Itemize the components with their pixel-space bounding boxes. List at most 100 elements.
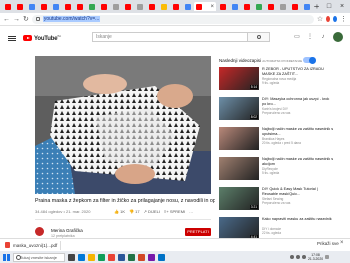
minimize-button[interactable]: –	[310, 0, 322, 13]
tab-1[interactable]	[2, 2, 13, 11]
up-next-item[interactable]: Najbolji način maske za zaštitu nasednik…	[219, 127, 334, 157]
tab-13[interactable]	[146, 2, 157, 11]
tab-active[interactable]: ×	[194, 2, 216, 11]
tab-21[interactable]	[253, 2, 264, 11]
network-icon[interactable]	[290, 255, 294, 259]
account-avatar[interactable]	[333, 32, 343, 42]
notification-center-icon[interactable]	[325, 255, 330, 259]
tab-9[interactable]	[98, 2, 109, 11]
tab-5[interactable]	[50, 2, 61, 11]
search-input[interactable]: Iskanje	[92, 32, 248, 42]
video-thumbnail[interactable]: 3:21	[219, 187, 259, 210]
save-button[interactable]: ≡+ SPREMI	[164, 209, 185, 214]
tab-close-icon[interactable]: ×	[210, 4, 214, 10]
download-bar: maska_uvozni(1)...pdf	[0, 238, 350, 251]
video-thumbnail[interactable]	[219, 157, 259, 180]
extension-icon[interactable]	[326, 16, 331, 22]
up-next-item[interactable]: 3:21 DIY Quick & Easy Mask Tutorial | Reu…	[219, 187, 331, 217]
tab-22[interactable]	[265, 2, 276, 11]
forward-arrow-icon[interactable]: →	[13, 16, 20, 23]
url-input[interactable]: youtube.com/watch?v=...	[31, 14, 314, 24]
close-window-button[interactable]: ×	[336, 0, 348, 13]
video-duration: 5:14	[249, 85, 258, 89]
up-next-item[interactable]: 5:14 R ZEBOR - UPUTSTVO ZA IZRADU MASKE Z…	[219, 67, 331, 97]
file-explorer-icon[interactable]	[88, 253, 95, 261]
video-thumbnail[interactable]: 8:02	[219, 97, 259, 120]
dislike-button[interactable]: 👎 17	[129, 209, 140, 214]
subscribe-button[interactable]: PRETPLATI SE	[185, 228, 211, 242]
tab-15[interactable]	[170, 2, 181, 11]
maximize-button[interactable]: □	[323, 0, 335, 13]
share-button[interactable]: ↗ DIJELI	[144, 209, 160, 214]
volume-icon[interactable]	[296, 255, 300, 259]
reload-icon[interactable]: ↻	[23, 15, 29, 23]
video-thumbnail[interactable]: 4:41	[219, 217, 259, 240]
star-icon[interactable]: ☆	[317, 15, 323, 23]
download-item[interactable]: maska_uvozni(1)...pdf	[5, 240, 61, 250]
powerpoint-icon[interactable]	[138, 253, 145, 261]
tab-6[interactable]	[62, 2, 73, 11]
windows-start-icon[interactable]	[3, 253, 10, 261]
excel-icon[interactable]	[128, 253, 135, 261]
battery-icon[interactable]	[302, 255, 306, 259]
tab-16[interactable]	[182, 2, 193, 11]
tab-18[interactable]	[217, 2, 228, 11]
task-view-icon[interactable]	[68, 253, 75, 261]
youtube-logo[interactable]: YouTubeBA	[23, 34, 61, 42]
up-next-title[interactable]: DIY: Maszyka ochronna jak uszyć - krok p…	[262, 97, 334, 106]
tab-12[interactable]	[134, 2, 145, 11]
up-next-title[interactable]: Najbolji način maske za zaštitu nasednik…	[262, 127, 334, 136]
create-video-icon[interactable]: ▭	[293, 33, 301, 41]
show-all-downloads-link[interactable]: Prikaži sve	[317, 241, 339, 246]
mail-icon[interactable]	[158, 253, 165, 261]
up-next-title[interactable]: DIY Quick & Easy Mask Tutorial | Reusabl…	[262, 187, 334, 196]
tab-4[interactable]	[38, 2, 49, 11]
chrome-icon[interactable]	[108, 253, 115, 261]
tab-20[interactable]	[241, 2, 252, 11]
notifications-bell-icon[interactable]: ♪	[319, 33, 327, 41]
tab-10[interactable]	[110, 2, 121, 11]
edge-icon[interactable]	[78, 253, 85, 261]
up-next-title[interactable]: R ZEBOR - UPUTSTVO ZA IZRADU MASKE ZA ZA…	[262, 67, 334, 76]
up-next-title[interactable]: Kako napraviti masku za zaštitu nasednik	[262, 217, 334, 222]
tab-strip: × +	[0, 0, 350, 13]
up-next-title[interactable]: Najbolji način maske za zaštitu nasednik…	[262, 157, 334, 166]
like-button[interactable]: 👍 1K	[114, 209, 125, 214]
tab-3[interactable]	[26, 2, 37, 11]
tab-24[interactable]	[289, 2, 300, 11]
google-favicon-icon	[303, 3, 310, 10]
profile-icon[interactable]	[333, 16, 337, 22]
video-frame-image	[35, 56, 211, 194]
browser-menu-icon[interactable]: ⋮	[340, 15, 347, 23]
more-actions-button[interactable]: …	[189, 209, 193, 214]
tab-7[interactable]	[74, 2, 85, 11]
tab-11[interactable]	[122, 2, 133, 11]
word-icon[interactable]	[118, 253, 125, 261]
tab-2[interactable]	[14, 2, 25, 11]
up-next-item[interactable]: Najbolji način maske za zaštitu nasednik…	[219, 157, 334, 187]
video-title: Praina maska z žepkom za filter in žičko…	[35, 198, 215, 204]
apps-grid-icon[interactable]: ⋮	[306, 33, 314, 41]
onenote-icon[interactable]	[148, 253, 155, 261]
autoplay-toggle[interactable]	[303, 56, 316, 64]
site-favicon-icon	[112, 3, 119, 10]
tab-14[interactable]	[158, 2, 169, 11]
tab-23[interactable]	[277, 2, 288, 11]
search-button[interactable]	[248, 32, 270, 42]
address-bar: ← → ↻ youtube.com/watch?v=... ☆ ⋮	[0, 13, 350, 26]
tab-19[interactable]	[229, 2, 240, 11]
video-thumbnail[interactable]: 5:14	[219, 67, 259, 90]
channel-name[interactable]: Merina Grafička	[51, 228, 83, 233]
back-arrow-icon[interactable]: ←	[3, 16, 10, 23]
video-player[interactable]	[35, 56, 211, 194]
video-thumbnail[interactable]	[219, 127, 259, 150]
menu-icon[interactable]	[8, 35, 16, 41]
channel-avatar[interactable]	[35, 227, 44, 236]
store-icon[interactable]	[98, 253, 105, 261]
clock[interactable]: 17:08 21.3.2020	[308, 253, 323, 261]
tab-8[interactable]	[86, 2, 97, 11]
like-count: 1K	[120, 209, 125, 214]
taskbar-search[interactable]: Tukaj vnesite iskanje	[13, 252, 65, 262]
up-next-item[interactable]: 8:02 DIY: Maszyka ochronna jak uszyć - kr…	[219, 97, 331, 127]
close-download-bar-icon[interactable]: ×	[340, 240, 344, 246]
